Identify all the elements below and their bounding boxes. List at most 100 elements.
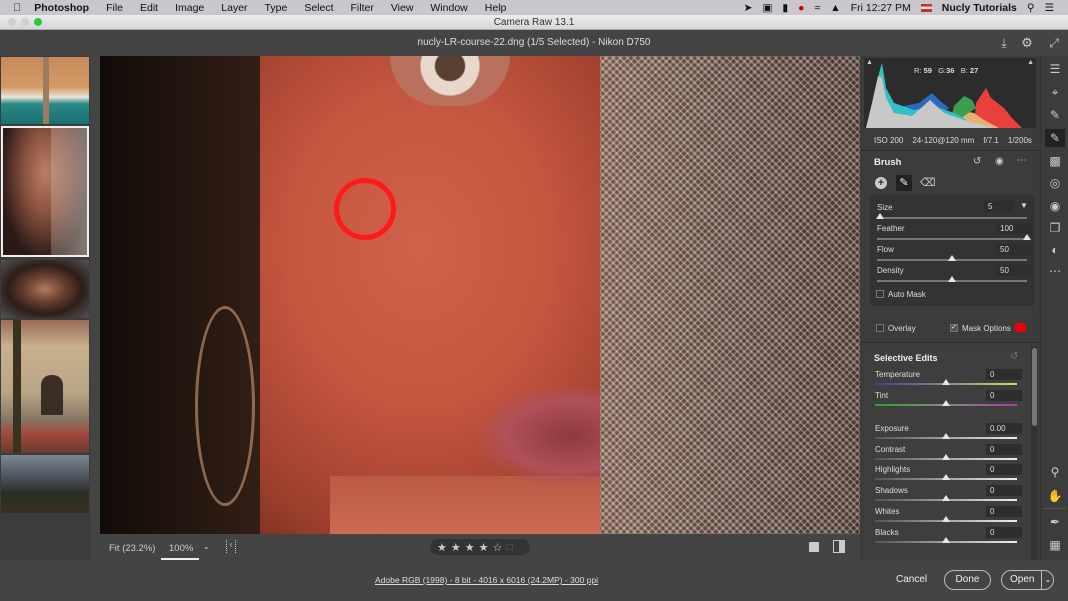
wifi-icon[interactable]: ≈ xyxy=(815,2,821,14)
graduated-filter-icon[interactable]: ▩ xyxy=(1045,152,1065,170)
density-slider-knob[interactable] xyxy=(948,276,956,282)
menu-view[interactable]: View xyxy=(391,2,414,14)
flow-slider-knob[interactable] xyxy=(948,255,956,261)
radial-filter-icon[interactable]: ◎ xyxy=(1045,174,1065,192)
visibility-eye-icon[interactable]: ◉ xyxy=(995,156,1004,167)
airplay-icon[interactable]: ▲ xyxy=(830,2,840,14)
edit-sliders-icon[interactable]: ☰ xyxy=(1045,60,1065,78)
color-sampler-icon[interactable]: ✒ xyxy=(1045,513,1065,531)
overlay-checkbox[interactable] xyxy=(876,324,884,332)
exposure-input[interactable]: 0.00 xyxy=(986,423,1022,434)
open-button[interactable]: Open xyxy=(1010,571,1034,589)
menu-select[interactable]: Select xyxy=(304,2,333,14)
hand-tool-icon[interactable]: ✋ xyxy=(1045,487,1065,505)
grid-overlay-icon[interactable]: ▦ xyxy=(1045,536,1065,554)
highlights-slider-knob[interactable] xyxy=(942,474,950,481)
more-options-icon[interactable]: ⋯ xyxy=(1017,155,1027,166)
apple-menu-icon[interactable]:  xyxy=(13,2,21,14)
feather-input[interactable]: 100 xyxy=(996,223,1032,234)
menu-app-name[interactable]: Photoshop xyxy=(34,2,89,14)
camera-record-icon[interactable]: ▣ xyxy=(762,2,772,14)
blacks-input[interactable]: 0 xyxy=(986,526,1022,538)
reset-brush-icon[interactable]: ↺ xyxy=(973,156,981,167)
mask-options-checkbox[interactable]: ✓ xyxy=(950,324,958,332)
filmstrip-divider[interactable] xyxy=(90,56,100,560)
image-preview[interactable] xyxy=(100,56,860,534)
reset-selective-edits-icon[interactable]: ↺ xyxy=(1010,351,1018,362)
contrast-slider-knob[interactable] xyxy=(942,453,950,460)
open-options-dropdown[interactable]: ⌄ xyxy=(1041,571,1054,589)
menu-filter[interactable]: Filter xyxy=(351,2,374,14)
rating-star[interactable]: ★ xyxy=(479,541,489,554)
brush-tool-icon[interactable]: ✎ xyxy=(1045,129,1065,147)
workflow-options-link[interactable]: Adobe RGB (1998) - 8 bit - 4016 x 6016 (… xyxy=(375,575,598,585)
size-slider-knob[interactable] xyxy=(876,213,884,219)
menu-image[interactable]: Image xyxy=(175,2,204,14)
spotlight-search-icon[interactable]: ⚲ xyxy=(1027,2,1035,14)
whites-input[interactable]: 0 xyxy=(986,505,1022,517)
save-image-icon[interactable]: ⤓ xyxy=(996,35,1012,51)
whites-slider-knob[interactable] xyxy=(942,515,950,522)
battery-icon[interactable]: ▮ xyxy=(782,2,788,14)
contrast-input[interactable]: 0 xyxy=(986,443,1022,455)
blacks-slider-knob[interactable] xyxy=(942,536,950,543)
trash-icon[interactable]: □ xyxy=(506,542,512,553)
before-after-view-icon[interactable] xyxy=(809,542,819,552)
brush-cursor[interactable] xyxy=(334,178,396,240)
menu-edit[interactable]: Edit xyxy=(140,2,158,14)
filmstrip-thumbnail[interactable] xyxy=(1,455,89,513)
filmstrip-thumbnail[interactable] xyxy=(1,57,89,124)
filmstrip-thumbnail[interactable] xyxy=(1,260,89,318)
control-center-icon[interactable]: ☰ xyxy=(1045,2,1054,14)
zoom-dropdown-icon[interactable]: ⌄ xyxy=(203,542,210,551)
clock[interactable]: Fri 12:27 PM xyxy=(851,2,911,14)
temperature-slider-knob[interactable] xyxy=(942,379,950,385)
gear-icon[interactable]: ⚙ xyxy=(1019,35,1035,51)
user-name[interactable]: Nucly Tutorials xyxy=(942,2,1017,14)
mask-color-swatch[interactable] xyxy=(1015,323,1026,332)
flag-icon[interactable] xyxy=(920,3,932,12)
filmstrip-thumbnail-selected[interactable] xyxy=(1,126,89,257)
filmstrip-thumbnail[interactable] xyxy=(1,320,89,453)
done-button[interactable]: Done xyxy=(944,570,991,590)
rating-star[interactable]: ★ xyxy=(437,541,447,554)
flow-input[interactable]: 50 xyxy=(996,244,1032,255)
before-after-toggle-icon[interactable] xyxy=(833,540,845,553)
cancel-button[interactable]: Cancel xyxy=(896,574,927,585)
creative-cloud-icon[interactable]: ● xyxy=(798,2,804,14)
fit-zoom-button[interactable]: Fit (23.2%) xyxy=(109,543,155,554)
crop-icon[interactable]: ⌖ xyxy=(1045,83,1065,101)
zoom-window-button[interactable] xyxy=(34,18,42,26)
rating-star[interactable]: ★ xyxy=(465,541,475,554)
shadows-slider-knob[interactable] xyxy=(942,495,950,502)
temperature-input[interactable]: 0 xyxy=(986,369,1022,380)
menu-layer[interactable]: Layer xyxy=(221,2,247,14)
tint-slider-knob[interactable] xyxy=(942,400,950,406)
size-dropdown-icon[interactable]: ▼ xyxy=(1020,201,1028,210)
menu-help[interactable]: Help xyxy=(485,2,507,14)
location-icon[interactable]: ➤ xyxy=(744,2,753,14)
add-brush-icon[interactable]: + xyxy=(875,177,887,189)
zoom-100-button[interactable]: 100% xyxy=(169,543,193,554)
close-window-button[interactable] xyxy=(8,18,16,26)
density-input[interactable]: 50 xyxy=(996,265,1032,276)
fullscreen-icon[interactable]: ⤢ xyxy=(1046,35,1062,51)
rating-star-empty[interactable]: ☆ xyxy=(493,541,503,554)
feather-slider-knob[interactable] xyxy=(1023,234,1031,240)
menu-file[interactable]: File xyxy=(106,2,123,14)
minimize-window-button[interactable] xyxy=(21,18,29,26)
rating-star[interactable]: ★ xyxy=(451,541,461,554)
exposure-slider-knob[interactable] xyxy=(942,433,950,439)
feather-slider-track[interactable] xyxy=(877,238,1027,240)
healing-icon[interactable]: ✎ xyxy=(1045,106,1065,124)
shadows-input[interactable]: 0 xyxy=(986,485,1022,497)
brush-paint-icon[interactable]: ✎ xyxy=(896,175,912,191)
red-eye-icon[interactable]: ◉ xyxy=(1045,197,1065,215)
menu-type[interactable]: Type xyxy=(265,2,288,14)
zoom-tool-icon[interactable]: ⚲ xyxy=(1045,463,1065,481)
highlights-input[interactable]: 0 xyxy=(986,464,1022,476)
eraser-icon[interactable]: ⌫ xyxy=(920,176,936,189)
size-input[interactable]: 5 xyxy=(984,201,1013,212)
panel-scrollbar-thumb[interactable] xyxy=(1032,348,1037,426)
presets-icon[interactable]: ◐ xyxy=(1045,241,1065,259)
